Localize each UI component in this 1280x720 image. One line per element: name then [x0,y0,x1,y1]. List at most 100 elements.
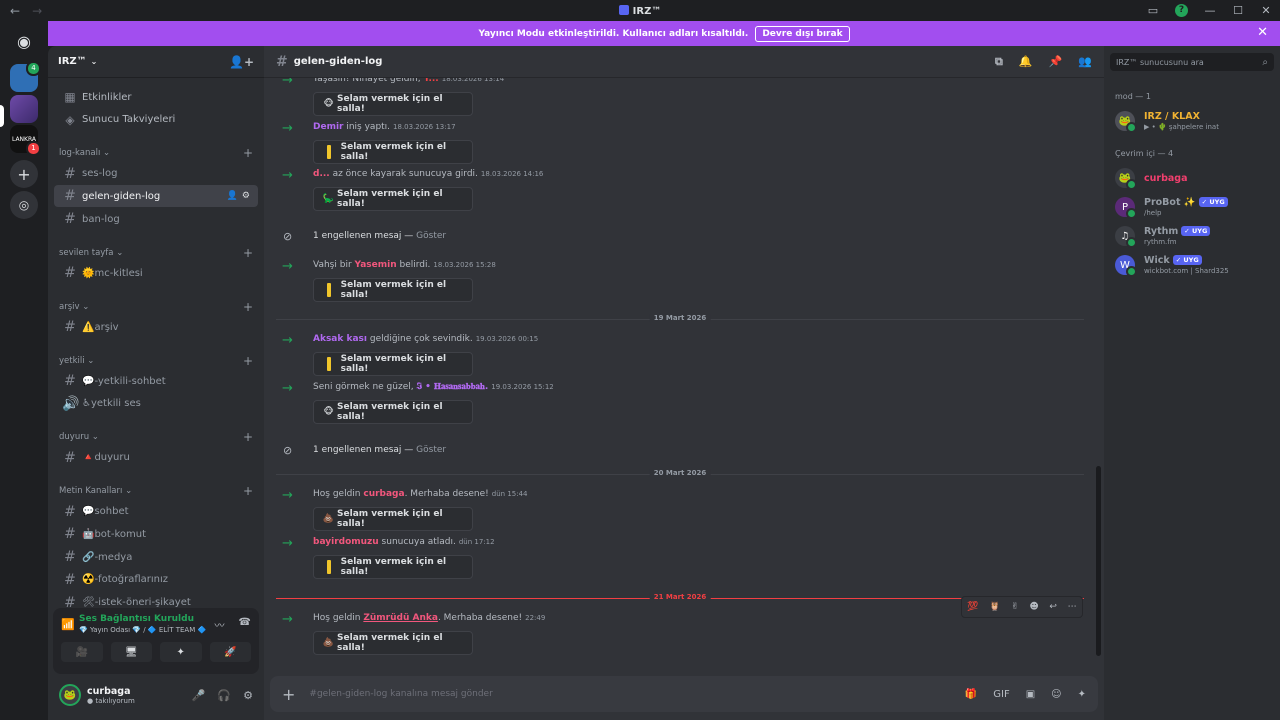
discord-home-icon[interactable]: ◉ [10,27,38,55]
username-link[interactable]: curbaga [363,489,404,499]
server-icon-irz[interactable] [10,95,38,123]
discover-icon[interactable]: ◎ [10,191,38,219]
username-link[interactable]: 𝕴 • 𝐇𝐚𝐬𝐚𝐧𝐬𝐚𝐛𝐛𝐚𝐡. [416,382,488,392]
disable-streamer-mode-button[interactable]: Devre dışı bırak [755,25,850,42]
invite-icon[interactable]: 👤 [227,191,238,201]
server-icon-3[interactable]: LANKRA 1 [10,125,41,156]
sticker-icon[interactable]: ▣ [1026,689,1035,700]
notification-bell-icon[interactable]: 🔔 [1019,55,1033,69]
attach-plus-icon[interactable]: + [282,685,295,704]
category-header[interactable]: arşiv ⌄ + [54,297,258,316]
reply-icon[interactable]: ↩ [1049,602,1057,612]
add-reaction-icon[interactable]: ☻ [1029,602,1038,612]
sidebar-item-channel[interactable]: # 🔺duyuru [54,447,258,469]
username-link[interactable]: Aksak kası [313,334,367,344]
username-link[interactable]: d... [313,169,330,179]
wave-button[interactable]: 🐵 Selam vermek için el salla! [313,400,473,424]
show-blocked-link[interactable]: Göster [416,231,446,241]
camera-button[interactable]: 🎥 [61,642,103,662]
category-header[interactable]: yetkili ⌄ + [54,351,258,370]
react-100-icon[interactable]: 💯 [967,602,978,612]
create-channel-icon[interactable]: + [243,146,253,160]
threads-icon[interactable]: ⧉ [995,55,1003,69]
microphone-icon[interactable]: 🎤 [192,689,206,702]
username-link[interactable]: Yasemin [355,260,397,270]
sidebar-item-channel[interactable]: # ban-log [54,208,258,230]
gif-icon[interactable]: GIF [993,689,1009,700]
react-owl-icon[interactable]: 🦉 [989,602,1000,612]
username-link[interactable]: bayirdomuzu [313,537,379,547]
forward-arrow-icon[interactable]: → [32,4,42,18]
category-header[interactable]: Metin Kanalları ⌄ + [54,482,258,501]
minimize-button[interactable]: — [1196,4,1224,17]
wave-button[interactable]: Selam vermek için el salla! [313,352,473,376]
search-input[interactable]: IRZ™ sunucusunu ara ⌕ [1110,53,1274,71]
activities-button[interactable]: ✦ [160,642,202,662]
username-link[interactable]: Zümrüdü Anka [363,613,438,623]
create-channel-icon[interactable]: + [243,246,253,260]
noise-suppression-icon[interactable]: 〰 [215,617,225,632]
wave-button[interactable]: 💩 Selam vermek için el salla! [313,507,473,531]
category-header[interactable]: log-kanalı ⌄ + [54,144,258,163]
create-channel-icon[interactable]: + [243,300,253,314]
category-header[interactable]: duyuru ⌄ + [54,428,258,447]
sidebar-item-channel[interactable]: # ⚠️arşiv [54,316,258,338]
wave-button[interactable]: 💩 Selam vermek için el salla! [313,631,473,655]
create-channel-icon[interactable]: + [243,354,253,368]
headphones-icon[interactable]: 🎧 [217,689,231,702]
pin-icon[interactable]: 📌 [1049,55,1063,69]
invite-people-icon[interactable]: 👤+ [229,55,254,69]
sidebar-item-boosts[interactable]: ◈ Sunucu Takviyeleri [54,109,258,131]
close-window-button[interactable]: ✕ [1252,4,1280,17]
member-list-icon[interactable]: 👥 [1078,55,1092,69]
sidebar-item-channel[interactable]: 🔊 ♿yetkili ses [54,393,258,415]
wave-button[interactable]: Selam vermek için el salla! [313,555,473,579]
guild-header[interactable]: IRZ™ ⌄ 👤+ [48,46,264,78]
scrollbar[interactable] [1096,466,1101,656]
sidebar-item-events[interactable]: ▦ Etkinlikler [54,86,258,108]
username-link[interactable]: Demir [313,122,343,132]
avatar[interactable]: 🐸 [59,684,81,706]
message-input[interactable]: #gelen-giden-log kanalına mesaj gönder [309,689,492,699]
sidebar-item-channel[interactable]: # ses-log [54,163,258,185]
sidebar-item-channel[interactable]: # 💬-yetkili-sohbet [54,370,258,392]
voice-status-title[interactable]: Ses Bağlantısı Kuruldu [79,614,206,624]
sidebar-item-channel[interactable]: # ☢️-fotoğraflarınız [54,569,258,591]
create-channel-icon[interactable]: + [243,430,253,444]
username-link[interactable]: Y... [423,78,438,84]
disconnect-icon[interactable]: ☎ [239,617,251,632]
sidebar-item-channel[interactable]: # 🤖bot-komut [54,523,258,545]
wave-button[interactable]: 🐵 Selam vermek için el salla! [313,92,473,116]
help-icon[interactable]: ? [1175,4,1188,17]
emoji-icon[interactable]: ☺ [1051,689,1061,700]
wave-button[interactable]: Selam vermek için el salla! [313,278,473,302]
create-channel-icon[interactable]: + [243,484,253,498]
sidebar-item-channel[interactable]: # 🔗-medya [54,546,258,568]
apps-icon[interactable]: ✦ [1078,689,1086,700]
back-arrow-icon[interactable]: ← [10,4,20,18]
more-icon[interactable]: ⋯ [1068,602,1077,612]
add-server-icon[interactable]: + [10,160,38,188]
member-item[interactable]: 🐸 IRZ / KLAX ▶ • 🌵 şahpelere inat [1115,108,1275,134]
wave-button[interactable]: 🦕 Selam vermek için el salla! [313,187,473,211]
sidebar-item-channel[interactable]: # gelen-giden-log 👤 ⚙ [54,185,258,208]
category-header[interactable]: sevilen tayfa ⌄ + [54,243,258,262]
maximize-button[interactable]: ☐ [1224,4,1252,17]
react-peace-icon[interactable]: ✌ [1011,602,1019,612]
soundboard-button[interactable]: 🚀 [209,642,251,662]
member-item[interactable]: P ProBot ✨ ✓ UYG/help [1115,194,1275,220]
show-blocked-link[interactable]: Göster [416,445,446,455]
close-banner-icon[interactable]: ✕ [1257,25,1268,40]
sidebar-item-channel[interactable]: # 🌞mc-kitlesi [54,262,258,284]
voice-channel-path[interactable]: 💎 Yayın Odası 💎 / 🔷 ELİT TEAM 🔷 [79,626,206,634]
gear-icon[interactable]: ⚙ [242,191,250,201]
member-item[interactable]: W Wick ✓ UYG wickbot.com | Shard325 [1115,252,1275,278]
server-icon-1[interactable]: 4 [10,61,41,92]
screen-share-button[interactable]: 🖥 [110,642,152,662]
sidebar-item-channel[interactable]: # 💬sohbet [54,501,258,523]
settings-gear-icon[interactable]: ⚙ [243,689,253,702]
gift-icon[interactable]: 🎁 [965,689,977,700]
inbox-icon[interactable]: ▭ [1139,4,1167,17]
wave-button[interactable]: Selam vermek için el salla! [313,140,473,164]
member-item[interactable]: 🐸 curbaga [1115,165,1275,191]
